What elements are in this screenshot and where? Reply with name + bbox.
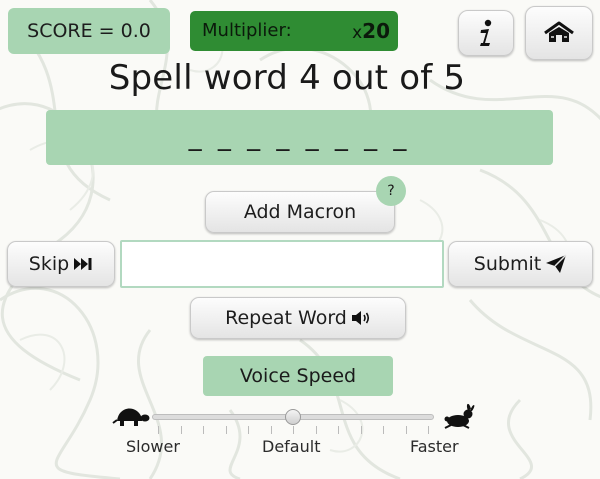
multiplier-label: Multiplier: bbox=[202, 20, 292, 41]
multiplier-prefix: x bbox=[352, 23, 363, 43]
slider-tick bbox=[315, 426, 317, 434]
answer-input[interactable] bbox=[120, 240, 444, 288]
help-badge[interactable]: ? bbox=[376, 176, 406, 206]
slider-tick bbox=[293, 426, 294, 434]
faster-label: Faster bbox=[410, 437, 459, 456]
home-button[interactable] bbox=[525, 6, 593, 60]
rabbit-icon bbox=[444, 403, 475, 429]
home-icon bbox=[544, 21, 574, 42]
slider-tick bbox=[248, 426, 249, 434]
slider-tick bbox=[270, 426, 272, 434]
slider-tick bbox=[428, 426, 429, 434]
repeat-word-button[interactable]: Repeat Word bbox=[190, 297, 406, 339]
slower-label: Slower bbox=[126, 437, 180, 456]
page-title: Spell word 4 out of 5 bbox=[108, 58, 466, 98]
slider-tick bbox=[225, 426, 227, 434]
speaker-icon bbox=[351, 311, 369, 325]
voice-speed-label: Voice Speed bbox=[203, 356, 393, 396]
slider-tick bbox=[338, 426, 339, 434]
submit-button[interactable]: Submit bbox=[448, 241, 593, 287]
multiplier-number: 20 bbox=[362, 19, 390, 43]
fast-forward-icon bbox=[74, 258, 92, 270]
paper-plane-icon bbox=[546, 254, 567, 273]
repeat-word-label: Repeat Word bbox=[225, 307, 347, 329]
multiplier-badge: Multiplier: x20 bbox=[190, 11, 398, 51]
add-macron-button[interactable]: Add Macron bbox=[205, 191, 395, 233]
slider-tick bbox=[383, 426, 384, 434]
multiplier-value: x20 bbox=[352, 11, 390, 53]
submit-label: Submit bbox=[473, 253, 542, 275]
info-button[interactable] bbox=[458, 10, 514, 56]
voice-speed-slider-thumb[interactable] bbox=[285, 409, 301, 425]
slider-tick bbox=[405, 426, 407, 434]
default-label: Default bbox=[262, 437, 321, 456]
slider-tick bbox=[158, 426, 159, 434]
slider-tick bbox=[180, 426, 182, 434]
slider-tick bbox=[360, 426, 362, 434]
word-display: _ _ _ _ _ _ _ _ bbox=[46, 110, 553, 165]
skip-button[interactable]: Skip bbox=[7, 241, 115, 287]
skip-label: Skip bbox=[28, 253, 70, 275]
info-icon bbox=[480, 19, 492, 46]
slider-tick bbox=[203, 426, 204, 434]
score-badge: SCORE = 0.0 bbox=[8, 8, 170, 54]
turtle-icon bbox=[112, 408, 150, 426]
